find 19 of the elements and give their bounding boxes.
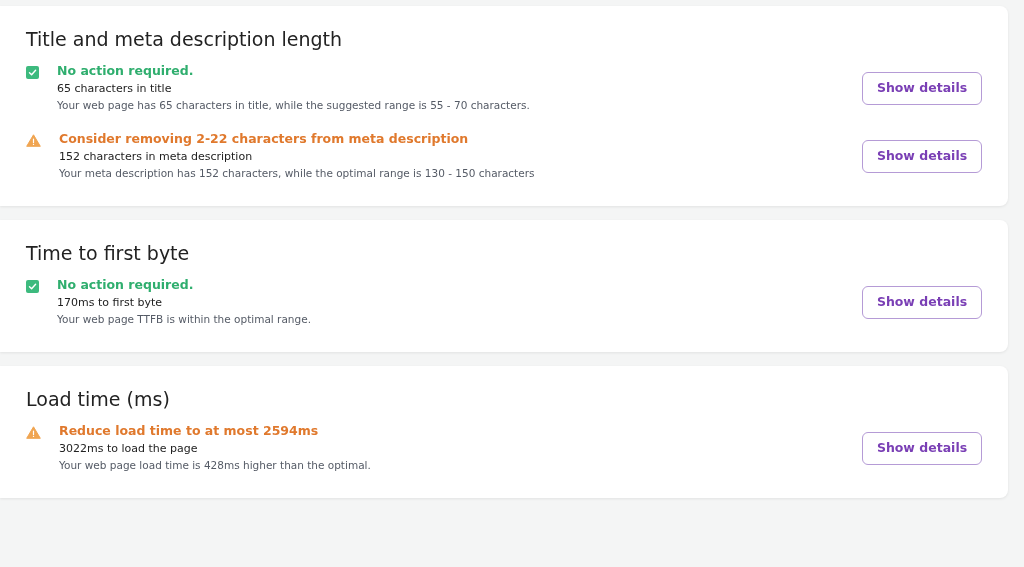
check-summary: 152 characters in meta description <box>59 149 254 165</box>
check-headline: No action required. <box>57 62 195 80</box>
show-details-button[interactable]: Show details <box>862 431 982 465</box>
check-headline: Consider removing 2-22 characters from meta description <box>59 130 470 148</box>
show-details-button[interactable]: Show details <box>862 285 982 319</box>
section-title: Load time (ms) <box>26 387 171 412</box>
check-detail: Your meta description has 152 characters, while the optimal range is 130 - 150 characters <box>59 166 535 181</box>
section-title: Time to first byte <box>26 241 191 266</box>
check-detail: Your web page has 65 characters in title, while the suggested range is 55 - 70 characters. <box>57 98 530 113</box>
show-details-button[interactable]: Show details <box>862 71 982 105</box>
check-headline: No action required. <box>57 276 195 294</box>
check-summary: 3022ms to load the page <box>59 441 199 457</box>
section-title: Title and meta description length <box>26 27 344 52</box>
check-detail: Your web page load time is 428ms higher than the optimal. <box>59 458 371 473</box>
check-summary: 170ms to first byte <box>57 295 164 311</box>
show-details-button[interactable]: Show details <box>862 139 982 173</box>
check-detail: Your web page TTFB is within the optimal range. <box>57 312 311 327</box>
check-summary: 65 characters in title <box>57 81 173 97</box>
check-headline: Reduce load time to at most 2594ms <box>59 422 320 440</box>
